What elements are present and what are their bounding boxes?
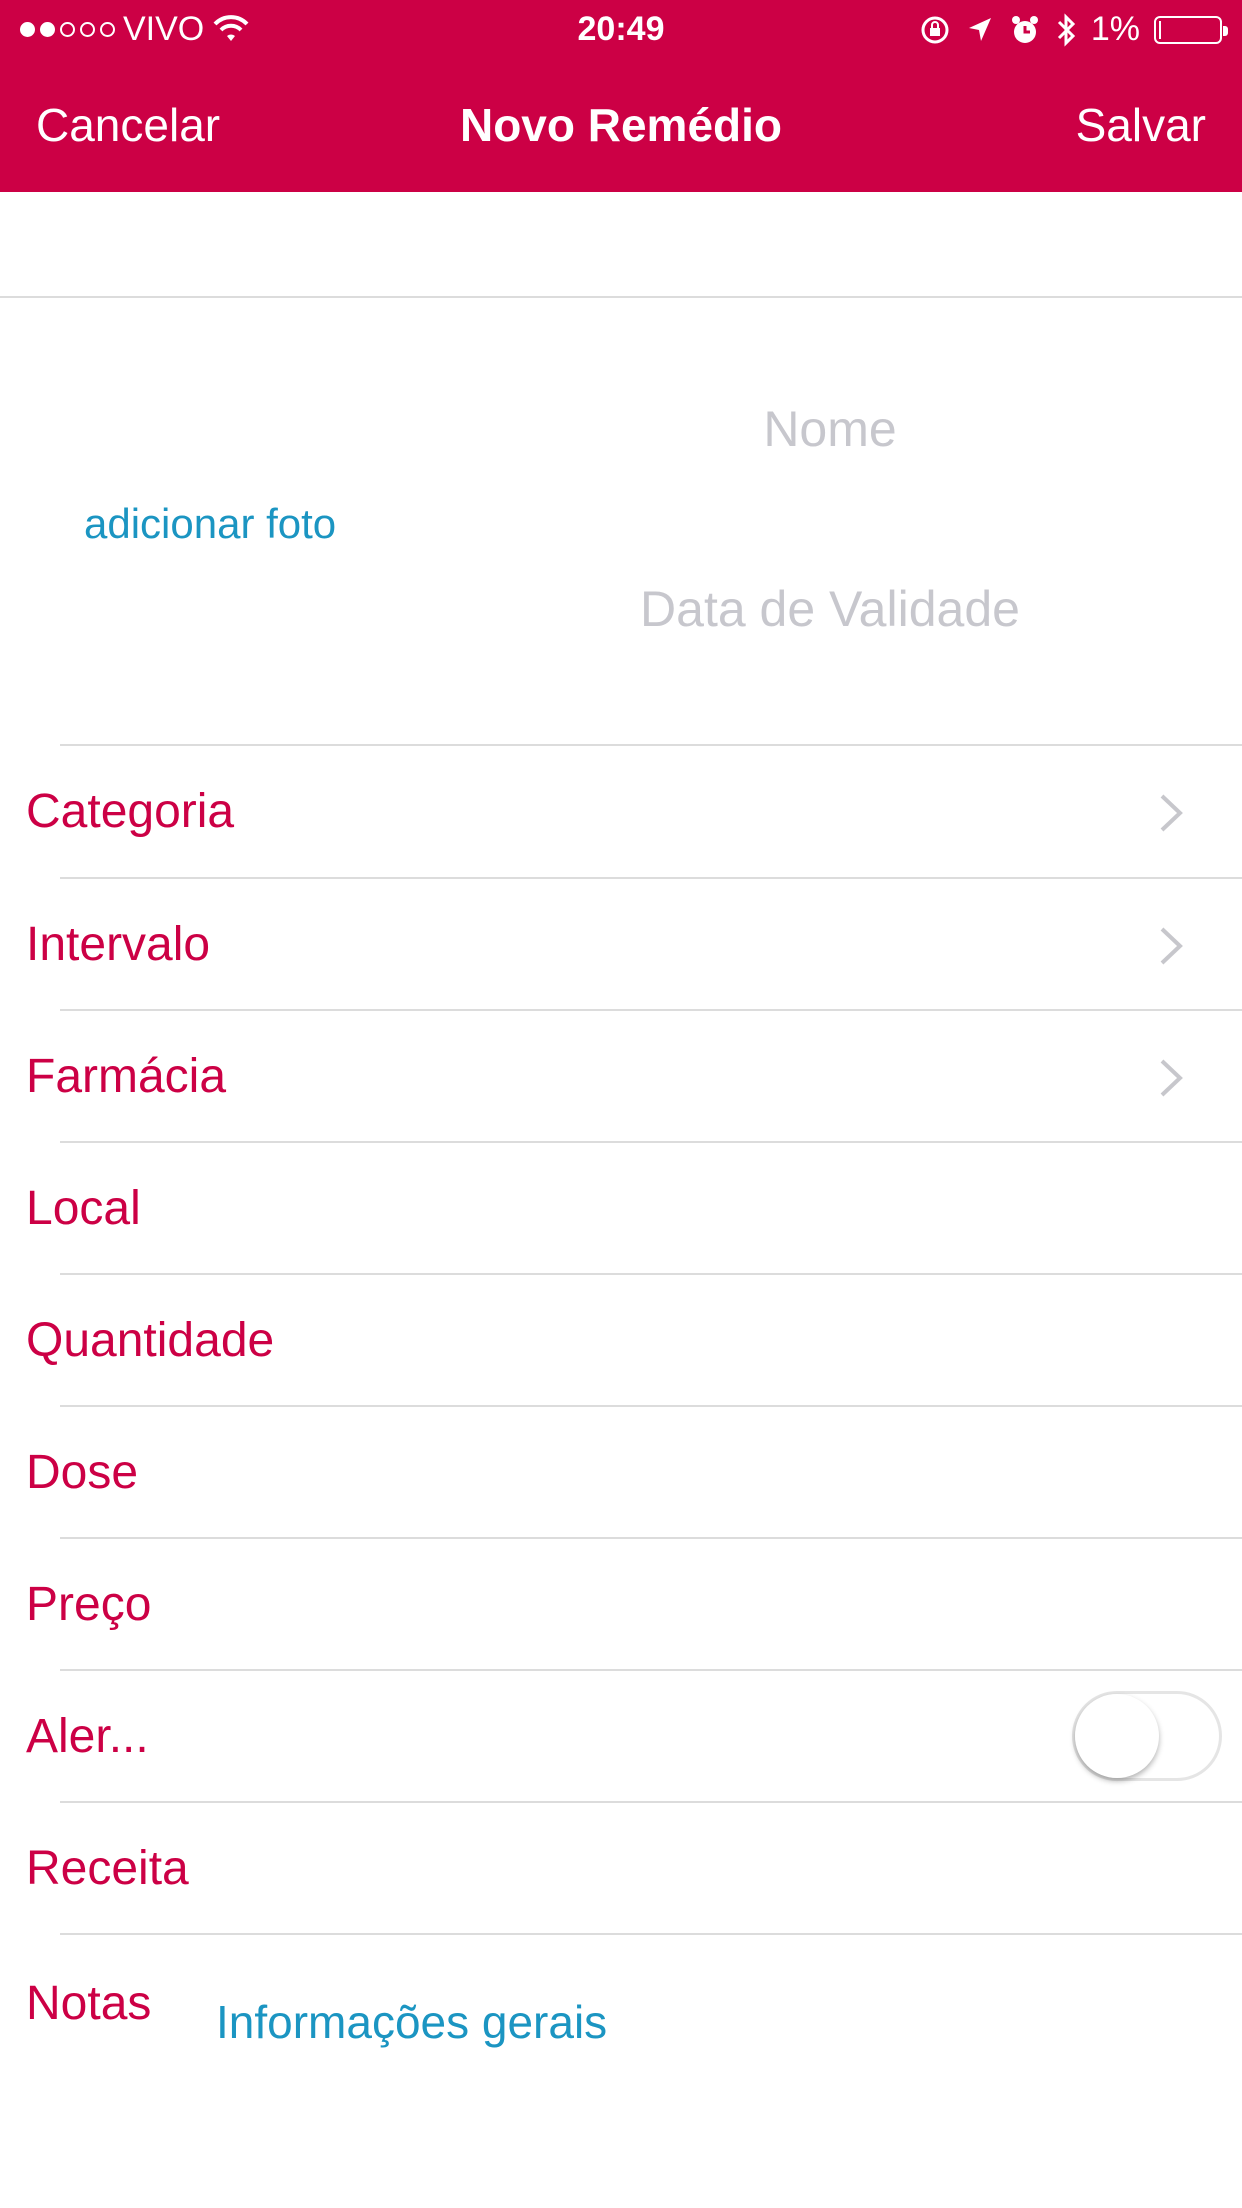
row-label: Farmácia bbox=[26, 1050, 227, 1103]
status-right: 1% bbox=[919, 10, 1228, 49]
row-label: Intervalo bbox=[26, 918, 211, 971]
row-intervalo[interactable]: Intervalo bbox=[0, 879, 1242, 1011]
row-receita[interactable]: Receita bbox=[0, 1803, 1242, 1935]
row-label: Quantidade bbox=[26, 1314, 275, 1367]
divider bbox=[60, 1933, 1242, 1935]
row-label: Aler... bbox=[26, 1710, 149, 1763]
bluetooth-icon bbox=[1057, 12, 1075, 47]
top-bar: VIVO 20:49 1% Cancelar Novo Remédio Salv… bbox=[0, 0, 1242, 192]
divider bbox=[0, 296, 1242, 298]
alert-toggle[interactable] bbox=[1072, 1691, 1222, 1781]
alarm-icon bbox=[1011, 15, 1038, 43]
add-photo-button[interactable]: adicionar foto bbox=[84, 500, 336, 548]
navigation-bar: Cancelar Novo Remédio Salvar bbox=[0, 60, 1242, 192]
battery-percent: 1% bbox=[1090, 10, 1140, 48]
save-button[interactable]: Salvar bbox=[1076, 98, 1206, 152]
row-label: Dose bbox=[26, 1446, 139, 1499]
cancel-button[interactable]: Cancelar bbox=[36, 98, 220, 152]
row-label: Local bbox=[26, 1182, 141, 1235]
chevron-right-icon bbox=[1160, 927, 1183, 965]
orientation-lock-icon bbox=[921, 16, 949, 43]
expiry-date-field[interactable] bbox=[520, 580, 1140, 638]
row-label: Preço bbox=[26, 1578, 152, 1631]
row-local[interactable]: Local bbox=[0, 1143, 1242, 1275]
chevron-right-icon bbox=[1160, 1059, 1183, 1097]
toggle-knob bbox=[1075, 1694, 1159, 1778]
status-bar: VIVO 20:49 1% bbox=[0, 0, 1242, 60]
name-field[interactable] bbox=[520, 400, 1140, 458]
row-label: Receita bbox=[26, 1842, 189, 1895]
row-label: Categoria bbox=[26, 785, 235, 838]
row-categoria[interactable]: Categoria bbox=[0, 746, 1242, 878]
row-preco[interactable]: Preço bbox=[0, 1539, 1242, 1671]
battery-icon bbox=[1154, 15, 1228, 44]
notes-field[interactable]: Informações gerais bbox=[216, 1995, 607, 2049]
row-alerta: Aler... bbox=[0, 1671, 1242, 1803]
row-dose[interactable]: Dose bbox=[0, 1407, 1242, 1539]
chevron-right-icon bbox=[1160, 794, 1183, 832]
notes-label: Notas bbox=[26, 1977, 152, 2030]
row-quantidade[interactable]: Quantidade bbox=[0, 1275, 1242, 1407]
location-arrow-icon bbox=[968, 17, 991, 41]
row-farmacia[interactable]: Farmácia bbox=[0, 1011, 1242, 1143]
